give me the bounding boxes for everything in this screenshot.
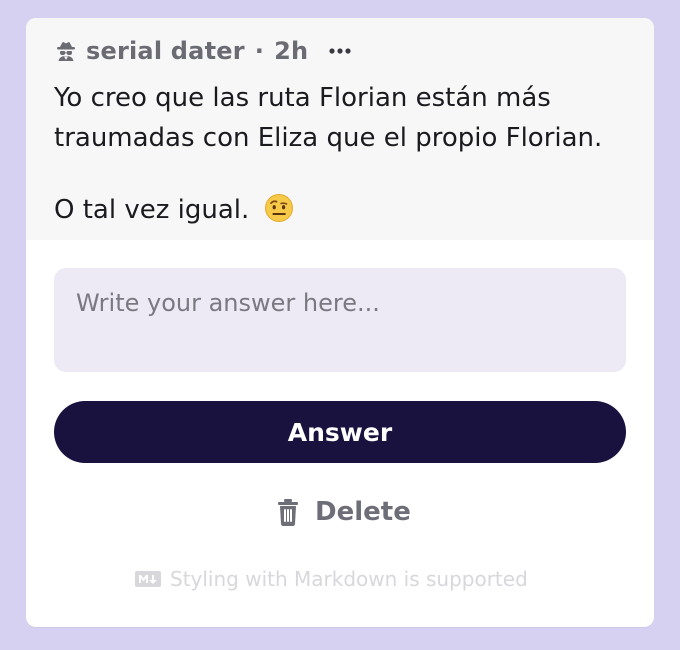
post-meta: serial dater · 2h xyxy=(54,36,354,66)
answer-button[interactable]: Answer xyxy=(54,401,626,463)
more-icon[interactable] xyxy=(326,39,354,63)
post-line-2: traumadas con Eliza que el propio Floria… xyxy=(54,123,603,153)
delete-label: Delete xyxy=(315,497,411,527)
username[interactable]: serial dater xyxy=(86,37,245,65)
post-line-1: Yo creo que las ruta Florian están más xyxy=(54,83,551,113)
markdown-icon xyxy=(134,570,162,588)
post-text: Yo creo que las ruta Florian están más t… xyxy=(54,78,634,230)
post-line-3-text: O tal vez igual. xyxy=(54,195,250,225)
markdown-hint: Styling with Markdown is supported xyxy=(134,567,546,591)
markdown-hint-text: Styling with Markdown is supported xyxy=(170,567,528,591)
answer-field[interactable] xyxy=(54,268,626,372)
post-age: 2h xyxy=(274,37,309,65)
answer-textarea[interactable] xyxy=(76,288,604,352)
answer-card: serial dater · 2h Yo creo que las ruta F… xyxy=(26,18,654,627)
post-line-3: O tal vez igual. xyxy=(54,190,634,230)
delete-button[interactable]: Delete xyxy=(275,492,411,532)
trash-icon xyxy=(275,497,301,527)
detective-icon xyxy=(54,39,78,63)
post-area: serial dater · 2h Yo creo que las ruta F… xyxy=(26,18,654,240)
page: serial dater · 2h Yo creo que las ruta F… xyxy=(0,0,680,650)
raised-eyebrow-emoji-icon xyxy=(264,193,294,223)
meta-separator: · xyxy=(254,37,265,65)
